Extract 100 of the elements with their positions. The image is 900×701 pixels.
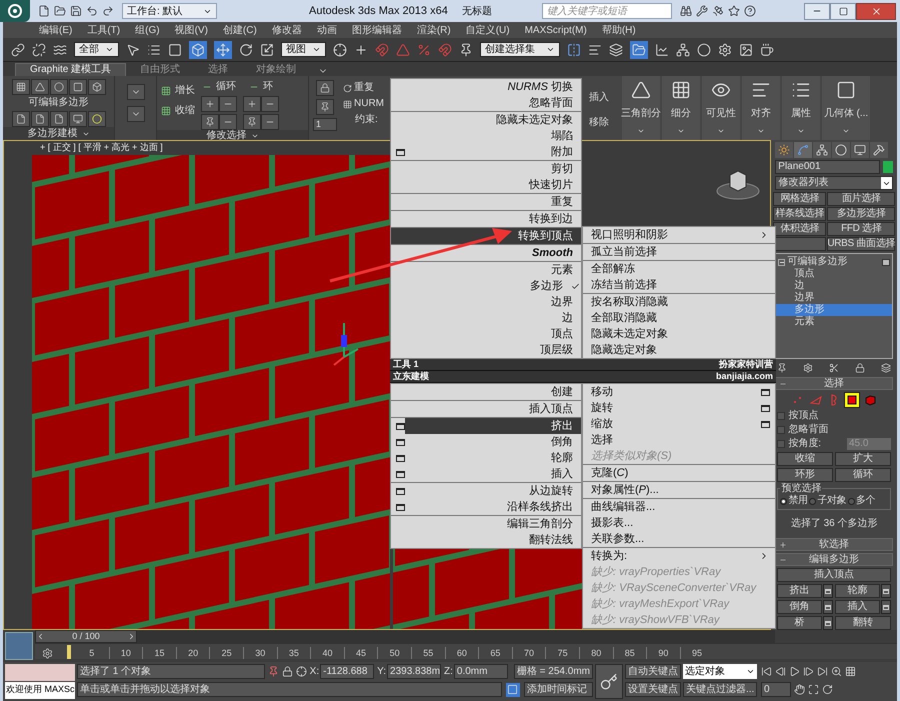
rectangle-selection-icon[interactable] xyxy=(168,42,182,56)
grow-ring-button[interactable] xyxy=(243,96,261,112)
settings-box-icon[interactable] xyxy=(396,148,405,156)
radio-button[interactable] xyxy=(780,498,788,504)
settings-box-icon[interactable] xyxy=(396,470,405,478)
tree-toggle-icon[interactable] xyxy=(778,258,786,266)
modifier-button[interactable]: 体积选择 xyxy=(773,222,826,236)
key-mode-dropdown[interactable]: 选定对象 xyxy=(683,664,757,679)
quad-menu-item[interactable]: 忽略背面 xyxy=(391,95,581,111)
settings-box-icon[interactable] xyxy=(396,438,405,446)
object-name-field[interactable]: Plane001 xyxy=(775,160,880,174)
modifier-button[interactable]: FFD 选择 xyxy=(827,222,896,236)
pan-icon[interactable] xyxy=(794,684,805,695)
set-key-button[interactable]: 设置关键点 xyxy=(625,682,681,697)
menu-item[interactable]: 工具(T) xyxy=(87,22,120,38)
quad-menu-item[interactable]: 翻转法线 xyxy=(391,532,581,548)
key-filters-button[interactable]: 关键点过滤器... xyxy=(683,682,757,697)
repeat-label[interactable]: 重复 xyxy=(343,82,387,94)
settings-box-icon[interactable] xyxy=(761,420,770,428)
edit-button[interactable]: 翻转 xyxy=(835,616,891,630)
selection-button[interactable]: 扩大 xyxy=(835,452,891,466)
scale-icon[interactable] xyxy=(260,42,274,56)
key-icon[interactable] xyxy=(595,664,623,699)
modifier-button[interactable]: 多边形选择 xyxy=(827,207,896,221)
settings-box-icon[interactable] xyxy=(823,616,834,630)
quad-menu-item[interactable]: 转换到边 xyxy=(391,211,581,227)
settings-box-icon[interactable] xyxy=(761,404,770,412)
edit-button[interactable]: 挤出 xyxy=(777,584,822,598)
quad-menu-item[interactable]: 沿样条线挤出 xyxy=(405,499,581,515)
go-to-end-icon[interactable] xyxy=(817,666,828,677)
spinner-snap-icon[interactable] xyxy=(438,42,452,56)
quad-menu-item[interactable]: 快速切片 xyxy=(391,177,581,193)
modifier-button[interactable]: URBS 曲面选择 xyxy=(827,237,896,251)
edit-button[interactable]: 轮廓 xyxy=(835,584,880,598)
lock-icon[interactable] xyxy=(282,666,293,677)
grow-label[interactable]: 增长 xyxy=(161,83,195,98)
ribbon-large-button[interactable]: 三角剖分 xyxy=(622,76,660,140)
quad-menu-item[interactable]: 插入顶点 xyxy=(391,401,581,417)
create-tab-icon[interactable] xyxy=(775,142,794,158)
menu-item[interactable]: 帮助(H) xyxy=(602,22,636,38)
quad-menu-item[interactable]: 重复 xyxy=(391,194,581,210)
selection-button[interactable]: 循环 xyxy=(835,468,891,482)
stack-subitem[interactable]: 顶点 xyxy=(776,268,892,280)
quad-menu-item[interactable]: 旋转 xyxy=(583,400,761,416)
quad-menu-item[interactable]: 倒角 xyxy=(405,434,581,450)
edit-button[interactable]: 倒角 xyxy=(777,600,822,614)
quad-menu-item[interactable]: 挤出 xyxy=(405,418,581,434)
nurms-label[interactable]: NURM xyxy=(343,98,387,110)
quad-menu-item[interactable]: 边界 xyxy=(391,294,581,310)
menu-item[interactable]: 组(G) xyxy=(135,22,160,38)
shrink-loop-button[interactable] xyxy=(219,96,237,112)
maximize-viewport-icon[interactable] xyxy=(808,684,819,695)
border-level-button[interactable] xyxy=(50,79,68,95)
settings-box-icon[interactable] xyxy=(396,504,405,510)
menu-item[interactable]: MAXScript(M) xyxy=(524,22,587,38)
object-color-swatch[interactable] xyxy=(883,161,893,173)
stack-item[interactable]: 可编辑多边形 xyxy=(787,256,880,268)
search-field[interactable]: 键入关键字或短语 xyxy=(542,3,672,19)
selection-button[interactable]: 环形 xyxy=(777,468,834,482)
quad-menu-item[interactable]: 顶点 xyxy=(391,326,581,342)
auto-key-button[interactable]: 自动关键点 xyxy=(625,664,681,679)
undo-icon[interactable] xyxy=(86,5,98,17)
quad-menu-item[interactable]: 边 xyxy=(391,310,581,326)
display-tab-icon[interactable] xyxy=(851,142,870,158)
align-icon[interactable] xyxy=(588,42,602,56)
quad-menu-item[interactable]: 从边旋转 xyxy=(405,483,581,499)
hierarchy-tab-icon[interactable] xyxy=(813,142,832,158)
radio-button[interactable] xyxy=(809,498,816,504)
ribbon-tab[interactable]: 对象绘制 xyxy=(242,63,310,76)
quad-menu-item[interactable]: 插入 xyxy=(405,466,581,482)
coordinate-field[interactable]: 0.0mm xyxy=(454,664,508,679)
mirror-icon[interactable] xyxy=(567,42,581,56)
stack-subitem[interactable]: 元素 xyxy=(776,316,892,328)
modifier-list-dropdown[interactable]: 修改器列表 xyxy=(775,176,893,190)
utilities-tab-icon[interactable] xyxy=(870,142,888,158)
quad-menu-item[interactable]: 创建 xyxy=(391,384,581,400)
link-icon[interactable] xyxy=(11,42,25,56)
quad-menu-item[interactable]: 顶层级 xyxy=(391,342,581,358)
open-folder-icon[interactable] xyxy=(54,5,66,17)
menu-item[interactable]: 图形编辑器 xyxy=(352,22,402,38)
color-button[interactable] xyxy=(88,111,106,127)
quad-menu-item[interactable]: 缩放 xyxy=(583,416,761,432)
rollout-header[interactable]: 选择 xyxy=(775,377,893,390)
insert-vertex-button[interactable]: 插入顶点 xyxy=(777,568,891,582)
modifier-button[interactable]: 样条线选择 xyxy=(773,207,826,221)
workspace-dropdown[interactable]: 工作台: 默认 xyxy=(122,3,217,19)
coordinate-field[interactable]: -1128.688 xyxy=(320,664,374,679)
ribbon-large-button[interactable]: 可见性 xyxy=(702,76,740,140)
menu-item[interactable]: 创建(C) xyxy=(222,22,257,38)
listener-field[interactable]: 欢迎使用 MAXSc xyxy=(5,682,75,699)
coordinate-field[interactable]: 2393.838m xyxy=(387,664,442,679)
ribbon-large-button[interactable]: 细分 xyxy=(662,76,700,140)
quad-menu-item[interactable]: 编辑三角剖分 xyxy=(391,516,581,532)
satellite-icon[interactable] xyxy=(712,5,724,17)
rollout-header[interactable]: 软选择 xyxy=(775,538,893,551)
ribbon-large-button[interactable]: 对齐 xyxy=(742,76,780,140)
percent-snap-icon[interactable] xyxy=(417,42,431,56)
selection-set-dropdown[interactable]: 创建选择集 xyxy=(480,42,560,57)
selection-button[interactable]: 收缩 xyxy=(777,452,834,466)
settings-box-icon[interactable] xyxy=(823,584,834,598)
